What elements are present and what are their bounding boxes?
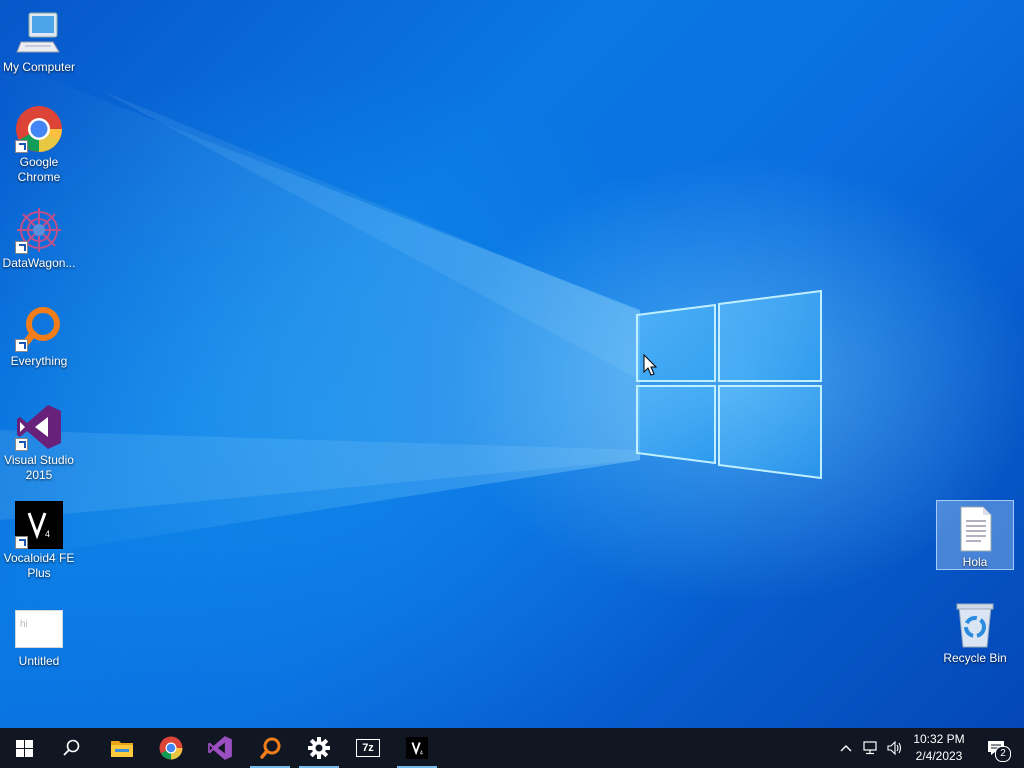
icon-label: Untitled	[18, 654, 60, 668]
icon-label: Vocaloid4 FE Plus	[3, 551, 75, 580]
desktop-icon-recycle-bin[interactable]: Recycle Bin	[936, 601, 1014, 666]
desktop-icon-hola[interactable]: Hola	[936, 500, 1014, 570]
desktop-icon-visual-studio[interactable]: Visual Studio 2015	[0, 403, 78, 483]
desktop-icon-untitled[interactable]: hi Untitled	[0, 610, 78, 669]
icon-label: My Computer	[2, 60, 76, 74]
visual-studio-icon	[208, 736, 232, 760]
search-icon	[63, 739, 80, 756]
taskbar-everything[interactable]	[246, 728, 294, 768]
gear-icon	[308, 737, 330, 759]
icon-label: Google Chrome	[17, 155, 61, 184]
taskbar-7zip[interactable]: 7z	[344, 728, 392, 768]
volume-button[interactable]	[884, 728, 906, 768]
action-center-button[interactable]: 2	[976, 728, 1016, 768]
desktop-icon-my-computer[interactable]: My Computer	[0, 10, 78, 75]
computer-icon	[15, 10, 63, 58]
icon-label: DataWagon...	[2, 256, 76, 270]
everything-icon	[15, 304, 63, 352]
windows-logo-icon	[15, 739, 33, 757]
taskbar-settings[interactable]	[295, 728, 343, 768]
icon-label: Recycle Bin	[943, 651, 1007, 665]
icon-label: Hola	[962, 555, 988, 569]
wallpaper	[0, 60, 822, 560]
shortcut-arrow-icon	[15, 438, 28, 451]
network-button[interactable]	[860, 728, 882, 768]
recycle-bin-icon	[951, 601, 999, 649]
text-document-icon	[951, 505, 999, 553]
everything-icon	[260, 737, 281, 759]
desktop-icon-datawagon[interactable]: DataWagon...	[0, 206, 78, 271]
network-icon	[863, 741, 877, 755]
shortcut-arrow-icon	[15, 536, 28, 549]
thumbnail-text: hi	[20, 619, 28, 630]
desktop[interactable]: My Computer Google Chrome DataWagon... E…	[0, 0, 1024, 728]
icon-label: Everything	[10, 354, 68, 368]
shortcut-arrow-icon	[15, 140, 28, 153]
notification-count-badge: 2	[995, 746, 1011, 762]
clock-time: 10:32 PM	[913, 732, 965, 746]
vocaloid-icon: 4	[15, 501, 63, 549]
vocaloid-icon: 4	[406, 737, 428, 759]
chevron-up-icon	[840, 745, 852, 752]
7zip-icon: 7z	[356, 739, 380, 757]
7zip-label: 7z	[362, 742, 374, 754]
folder-icon	[111, 741, 133, 757]
chrome-icon	[159, 736, 183, 760]
clock-date: 2/4/2023	[915, 749, 963, 763]
image-file-icon: hi	[15, 610, 63, 648]
chrome-icon	[15, 105, 63, 153]
taskbar-file-explorer[interactable]	[98, 728, 146, 768]
svg-text:4: 4	[45, 529, 50, 539]
svg-text:4: 4	[420, 750, 423, 756]
shortcut-arrow-icon	[15, 339, 28, 352]
show-hidden-icons-button[interactable]	[836, 728, 856, 768]
search-button[interactable]	[48, 728, 96, 768]
start-button[interactable]	[0, 728, 48, 768]
taskbar-vocaloid[interactable]: 4	[393, 728, 441, 768]
taskbar-visual-studio[interactable]	[196, 728, 244, 768]
clock[interactable]: 10:32 PM 2/4/2023	[906, 731, 972, 765]
taskbar-chrome[interactable]	[147, 728, 195, 768]
desktop-icon-everything[interactable]: Everything	[0, 304, 78, 369]
visual-studio-icon	[15, 403, 63, 451]
shortcut-arrow-icon	[15, 241, 28, 254]
taskbar: 7z 4 10:32 PM 2/4/2023 2	[0, 728, 1024, 768]
icon-label: Visual Studio 2015	[4, 453, 74, 482]
desktop-icon-google-chrome[interactable]: Google Chrome	[0, 105, 78, 185]
desktop-icon-vocaloid4[interactable]: 4 Vocaloid4 FE Plus	[0, 501, 78, 581]
speaker-icon	[887, 741, 902, 755]
datawagon-icon	[15, 206, 63, 254]
